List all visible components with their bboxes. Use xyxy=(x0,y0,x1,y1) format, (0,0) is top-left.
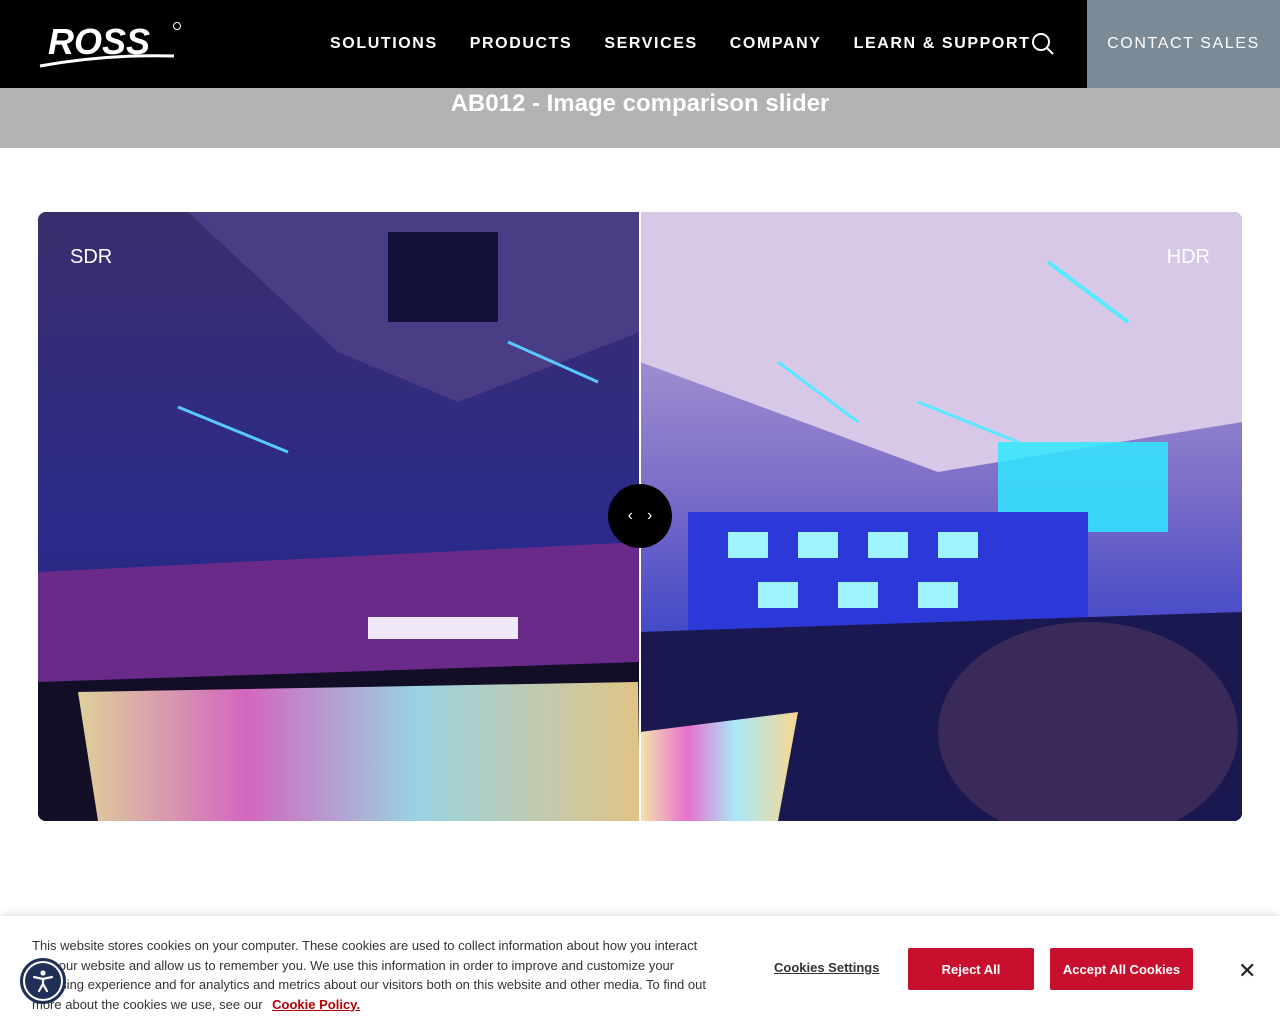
sdr-label: SDR xyxy=(70,246,113,268)
main-nav: SOLUTIONS PRODUCTS SERVICES COMPANY LEAR… xyxy=(314,0,1046,88)
slider-handle[interactable]: ‹ › xyxy=(608,484,672,548)
nav-services[interactable]: SERVICES xyxy=(588,35,713,53)
search-icon[interactable] xyxy=(1030,31,1056,57)
nav-learn-support[interactable]: LEARN & SUPPORT xyxy=(838,35,1047,53)
cookie-message: This website stores cookies on your comp… xyxy=(32,938,706,1012)
chevron-right-icon: › xyxy=(647,507,653,524)
hdr-label: HDR xyxy=(1166,246,1210,268)
accessibility-button[interactable] xyxy=(20,958,66,1004)
contact-sales-button[interactable]: CONTACT SALES xyxy=(1087,0,1280,88)
page-title: AB012 - Image comparison slider xyxy=(450,90,830,117)
cookie-text-block: This website stores cookies on your comp… xyxy=(32,936,712,1014)
close-icon[interactable]: ✕ xyxy=(1238,958,1256,984)
top-navigation-bar: ROSS SOLUTIONS PRODUCTS SERVICES COMPANY… xyxy=(0,0,1280,88)
chevron-left-icon: ‹ xyxy=(627,507,633,524)
cookie-policy-link[interactable]: Cookie Policy. xyxy=(272,997,360,1012)
cookies-settings-button[interactable]: Cookies Settings xyxy=(774,960,879,975)
image-comparison-slider[interactable]: SDR HDR ‹ › xyxy=(38,212,1242,821)
nav-solutions[interactable]: SOLUTIONS xyxy=(314,35,454,53)
cookie-banner: This website stores cookies on your comp… xyxy=(0,916,1280,1024)
nav-company[interactable]: COMPANY xyxy=(714,35,838,53)
ross-logo[interactable]: ROSS xyxy=(36,18,186,70)
reject-all-button[interactable]: Reject All xyxy=(908,948,1034,990)
accessibility-icon xyxy=(25,963,61,999)
nav-products[interactable]: PRODUCTS xyxy=(454,35,589,53)
accept-all-cookies-button[interactable]: Accept All Cookies xyxy=(1050,948,1193,990)
